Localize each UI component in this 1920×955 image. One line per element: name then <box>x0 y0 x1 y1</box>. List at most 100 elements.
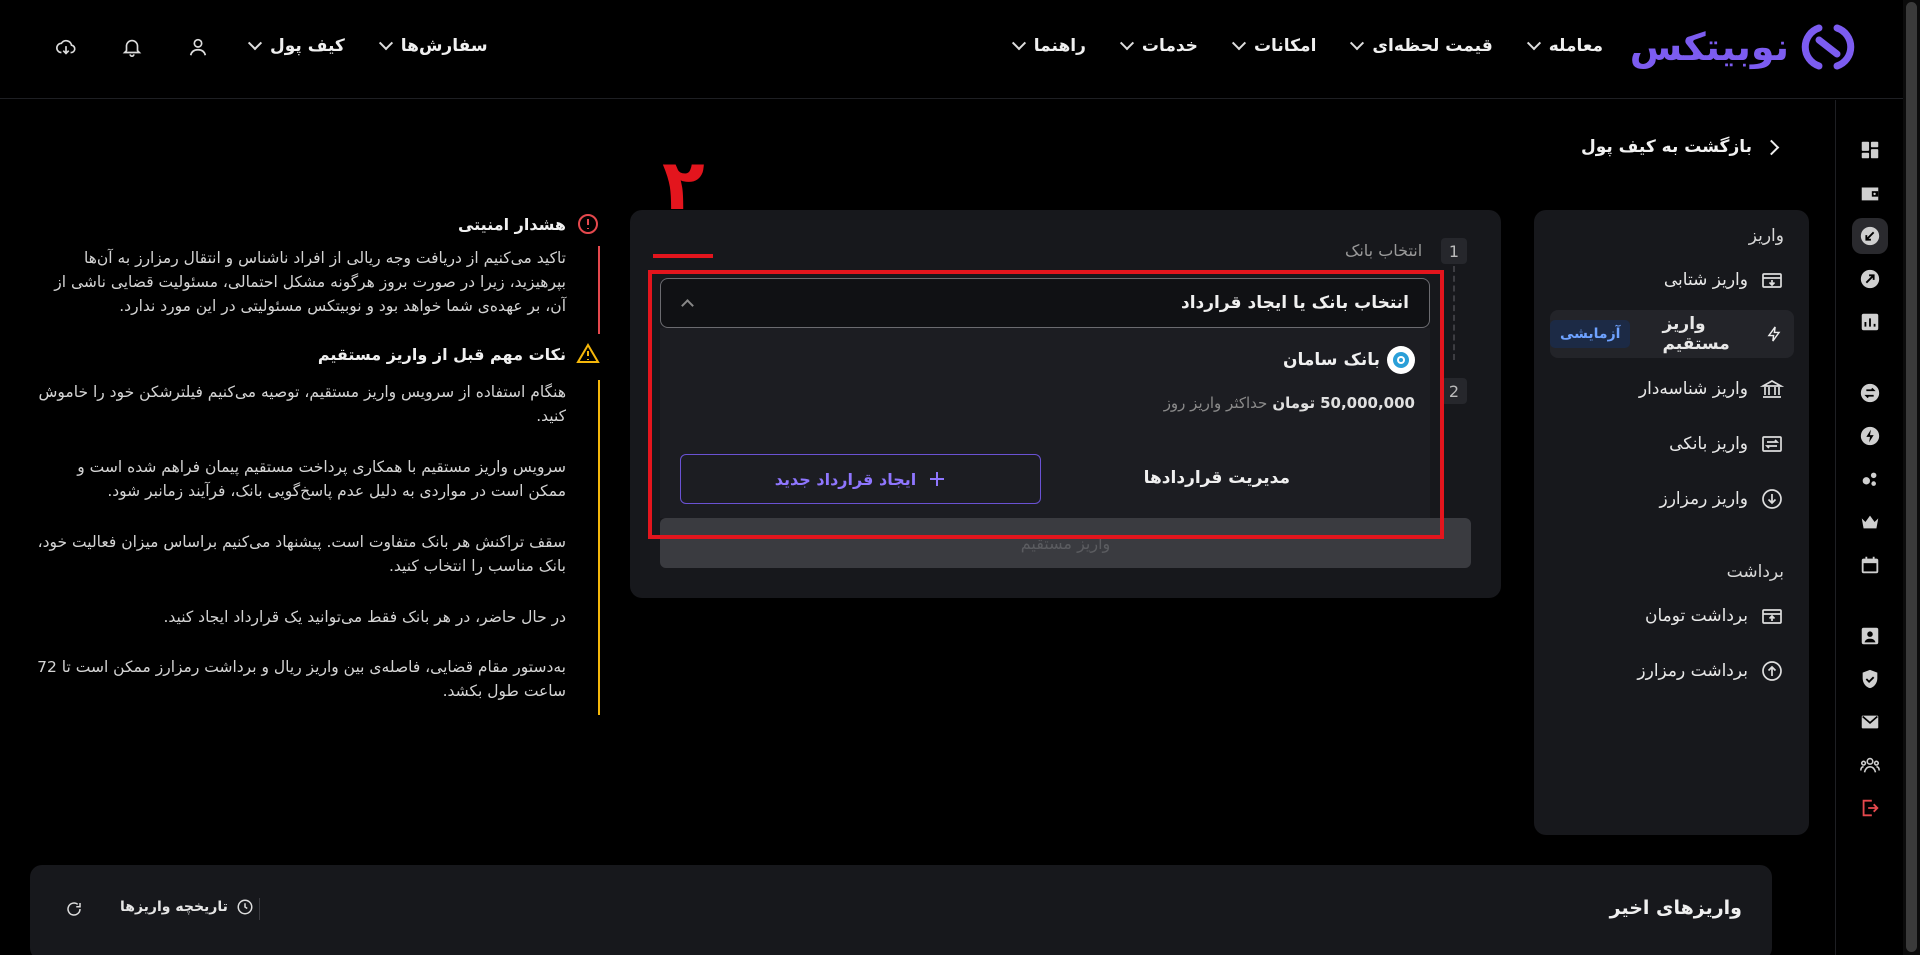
security-shield-icon[interactable] <box>1852 661 1888 697</box>
brand-name: نوبیتکس <box>1629 25 1789 69</box>
side-item-label: برداشت تومان <box>1644 606 1748 626</box>
security-warning-text: تاکید می‌کنیم از دریافت وجه ریالی از افر… <box>54 249 566 315</box>
nav-help[interactable]: راهنما <box>1011 36 1086 56</box>
nav-trade[interactable]: معامله <box>1526 36 1603 56</box>
step-1-label: انتخاب بانک <box>1345 241 1423 260</box>
withdraw-icon[interactable] <box>1852 261 1888 297</box>
back-to-wallet-link[interactable]: بازگشت به کیف پول <box>1580 137 1780 157</box>
crown-icon[interactable] <box>1852 504 1888 540</box>
nav-features[interactable]: امکانات <box>1231 36 1317 56</box>
report-chart-icon[interactable] <box>1852 304 1888 340</box>
deposit-icon[interactable] <box>1852 218 1888 254</box>
top-header: نوبیتکس معامله قیمت لحظه‌ای امکانات خدما… <box>0 0 1903 99</box>
side-item-label: واریز بانکی <box>1669 434 1748 454</box>
deposit-box-icon <box>1762 273 1782 288</box>
nav-services[interactable]: خدمات <box>1119 36 1198 56</box>
side-item-instant-deposit[interactable]: واریز شتابی <box>1550 256 1794 304</box>
refresh-icon[interactable] <box>65 900 83 918</box>
chevron-down-icon <box>378 36 393 51</box>
account-nav: سفارش‌ها کیف پول <box>247 36 488 56</box>
notification-bell-icon[interactable] <box>121 36 143 58</box>
step-2-number: 2 <box>1441 378 1467 404</box>
nav-prices[interactable]: قیمت لحظه‌ای <box>1350 36 1493 56</box>
tip-2: سرویس واریز مستقیم با همکاری پرداخت مستق… <box>77 458 566 500</box>
brand-logo[interactable]: نوبیتکس <box>1630 20 1855 74</box>
bank-transfer-icon <box>1762 436 1782 452</box>
side-item-crypto-withdraw[interactable]: برداشت رمزارز <box>1550 647 1794 695</box>
calendar-icon[interactable] <box>1852 547 1888 583</box>
withdraw-box-icon <box>1762 609 1782 624</box>
chevron-right-icon <box>1763 139 1780 155</box>
tip-5: به‌دستور مقام قضایی، فاصله‌ی بین واریز ر… <box>37 658 566 700</box>
history-label: تاریخچه واریزها <box>120 899 228 915</box>
main-nav: معامله قیمت لحظه‌ای امکانات خدمات راهنما <box>1011 36 1603 56</box>
chevron-down-icon <box>1231 36 1247 51</box>
deposit-group-title: واریز <box>1748 226 1784 246</box>
chevron-down-icon <box>1526 36 1541 51</box>
side-item-bank-deposit[interactable]: واریز بانکی <box>1550 420 1794 468</box>
crypto-download-icon <box>1762 489 1782 509</box>
side-item-direct-deposit[interactable]: واریز مستقیم آزمایشی <box>1550 310 1794 358</box>
security-warning-title: هشدار امنیتی <box>458 212 600 236</box>
tips-title-text: نکات مهم قبل از واریز مستقیم <box>317 344 566 364</box>
bank-building-icon <box>1760 380 1784 398</box>
profile-card-icon[interactable] <box>1852 618 1888 654</box>
user-icon[interactable] <box>187 36 209 58</box>
side-item-label: واریز شناسه‌دار <box>1638 379 1748 399</box>
back-label: بازگشت به کیف پول <box>1580 137 1752 157</box>
chevron-down-icon <box>1011 36 1026 51</box>
divider <box>259 898 260 920</box>
side-item-label: واریز رمزارز <box>1659 489 1749 509</box>
side-item-toman-withdraw[interactable]: برداشت تومان <box>1550 592 1794 640</box>
tips-title: نکات مهم قبل از واریز مستقیم <box>318 342 600 366</box>
chevron-down-icon <box>1350 36 1365 51</box>
beta-badge: آزمایشی <box>1550 320 1631 348</box>
header-icons <box>55 36 209 58</box>
warning-triangle-icon <box>576 343 600 363</box>
alert-circle-icon <box>578 214 598 234</box>
nobitex-logo-icon <box>1801 24 1855 70</box>
annotation-highlight-box <box>648 270 1444 539</box>
wallet-icon[interactable] <box>1852 175 1888 211</box>
nav-label: خدمات <box>1141 36 1198 56</box>
deposit-history-link[interactable]: تاریخچه واریزها <box>120 898 254 916</box>
deposit-side-menu: واریز واریز شتابی واریز مستقیم آزمایشی و… <box>1534 210 1809 835</box>
nav-label: کیف پول <box>270 36 345 56</box>
page-scrollbar[interactable] <box>1903 0 1920 955</box>
tip-1: هنگام استفاده از سرویس واریز مستقیم، توص… <box>38 383 566 425</box>
annotation-underline <box>653 254 713 258</box>
recent-deposits-title: واریزهای اخیر <box>1609 897 1742 919</box>
nav-wallet[interactable]: کیف پول <box>247 36 345 56</box>
withdraw-group-title: برداشت <box>1726 562 1784 582</box>
nav-label: سفارش‌ها <box>400 36 488 56</box>
side-item-label: واریز مستقیم <box>1662 314 1730 354</box>
side-item-crypto-deposit[interactable]: واریز رمزارز <box>1550 475 1794 523</box>
nav-label: معامله <box>1548 36 1603 56</box>
logout-icon[interactable] <box>1852 790 1888 826</box>
side-item-label: واریز شتابی <box>1663 270 1748 290</box>
dashboard-icon[interactable] <box>1852 132 1888 168</box>
staking-icon[interactable] <box>1852 461 1888 497</box>
security-title-text: هشدار امنیتی <box>457 214 566 234</box>
tip-3: سقف تراکنش هر بانک متفاوت است. پیشنهاد م… <box>37 533 566 575</box>
tips-rule <box>598 380 600 715</box>
referral-users-icon[interactable] <box>1852 747 1888 783</box>
security-rule <box>598 246 600 334</box>
mail-icon[interactable] <box>1852 704 1888 740</box>
crypto-upload-icon <box>1762 661 1782 681</box>
side-item-label: برداشت رمزارز <box>1637 661 1748 681</box>
chevron-down-icon <box>1119 36 1134 51</box>
scrollbar-thumb[interactable] <box>1906 2 1917 952</box>
nav-label: امکانات <box>1253 36 1317 56</box>
nav-orders[interactable]: سفارش‌ها <box>378 36 488 56</box>
recent-deposits-card: واریزهای اخیر تاریخچه واریزها <box>30 865 1772 955</box>
icon-rail <box>1835 100 1903 955</box>
nav-label: راهنما <box>1033 36 1086 56</box>
step-1-number: 1 <box>1441 238 1467 264</box>
download-app-icon[interactable] <box>55 36 77 58</box>
instant-trade-icon[interactable] <box>1852 418 1888 454</box>
side-item-id-deposit[interactable]: واریز شناسه‌دار <box>1550 365 1794 413</box>
step-connector <box>1453 266 1455 360</box>
clock-icon <box>237 899 253 915</box>
swap-icon[interactable] <box>1852 375 1888 411</box>
